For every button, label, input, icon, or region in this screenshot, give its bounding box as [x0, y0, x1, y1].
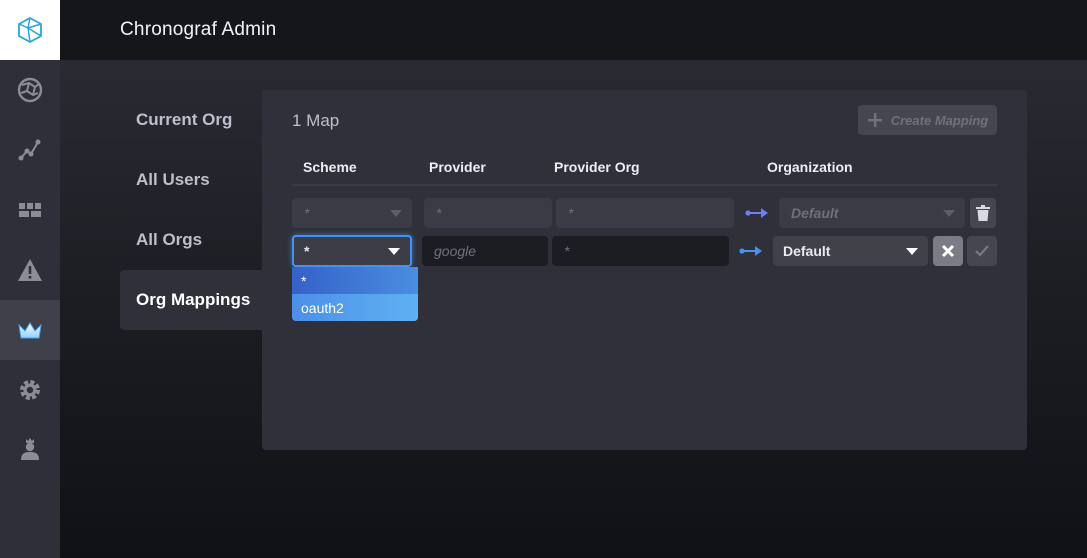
arrow-right-icon: [745, 208, 768, 218]
nav-data-explorer[interactable]: [0, 120, 60, 180]
globe-icon: [17, 77, 43, 103]
column-header-provider: Provider: [429, 159, 486, 175]
nav-user[interactable]: [0, 418, 60, 478]
sidebar: [0, 0, 60, 558]
alert-triangle-icon: [18, 259, 42, 281]
existing-provider-field[interactable]: *: [424, 198, 552, 228]
trash-icon: [976, 205, 990, 221]
chevron-down-icon: [390, 209, 402, 217]
existing-scheme-value: *: [304, 205, 310, 221]
nav-configuration[interactable]: [0, 360, 60, 420]
new-organization-select[interactable]: Default: [773, 236, 928, 266]
dashboards-icon: [19, 203, 41, 217]
page-title: Chronograf Admin: [120, 19, 277, 40]
subnav-all-orgs[interactable]: All Orgs: [120, 210, 263, 270]
existing-organization-value: Default: [791, 205, 839, 221]
column-header-scheme: Scheme: [303, 159, 357, 175]
logo-icon: [18, 16, 42, 44]
new-provider-input[interactable]: google: [422, 236, 548, 266]
existing-provider-org-field[interactable]: *: [556, 198, 734, 228]
chevron-down-icon: [943, 209, 955, 217]
delete-mapping-button[interactable]: [970, 198, 996, 228]
existing-provider-org-value: *: [568, 205, 574, 221]
check-icon: [975, 245, 989, 257]
nav-dashboards[interactable]: [0, 180, 60, 240]
column-header-organization: Organization: [767, 159, 853, 175]
subnav-all-users[interactable]: All Users: [120, 150, 263, 210]
new-provider-org-placeholder: *: [564, 243, 570, 259]
nav-host-list[interactable]: [0, 60, 60, 120]
create-mapping-button[interactable]: Create Mapping: [858, 105, 997, 135]
new-scheme-select[interactable]: *: [292, 235, 412, 267]
crown-icon: [18, 322, 42, 339]
subnav-current-org[interactable]: Current Org: [120, 90, 263, 150]
chevron-down-icon: [388, 247, 400, 255]
existing-organization-select[interactable]: Default: [779, 198, 965, 228]
existing-provider-value: *: [436, 205, 442, 221]
column-header-provider-org: Provider Org: [554, 159, 640, 175]
arrow-right-icon: [739, 246, 762, 256]
plus-icon: [867, 113, 882, 127]
gear-icon: [20, 380, 40, 400]
existing-scheme-select[interactable]: *: [292, 198, 412, 228]
close-icon: [941, 244, 955, 258]
subnav-org-mappings[interactable]: Org Mappings: [120, 270, 263, 330]
create-mapping-label: Create Mapping: [890, 112, 989, 128]
header-divider: [292, 184, 997, 186]
new-provider-placeholder: google: [434, 243, 477, 259]
panel-title: 1 Map: [292, 111, 340, 130]
nav-alerting[interactable]: [0, 240, 60, 300]
new-provider-org-input[interactable]: *: [552, 236, 729, 266]
scheme-option-wildcard[interactable]: *: [292, 267, 418, 294]
chevron-down-icon: [906, 247, 918, 255]
new-scheme-value: *: [304, 243, 310, 259]
scheme-option-oauth2[interactable]: oauth2: [292, 294, 418, 321]
save-mapping-button[interactable]: [967, 236, 997, 266]
user-icon: [21, 438, 39, 460]
mappings-panel: 1 Map Create Mapping Scheme Provider Pro…: [262, 90, 1027, 450]
new-organization-value: Default: [783, 243, 831, 259]
graph-icon: [18, 139, 41, 161]
chronograf-logo[interactable]: [0, 0, 60, 60]
cancel-mapping-button[interactable]: [933, 236, 963, 266]
page-header: Chronograf Admin: [60, 0, 1087, 60]
scheme-dropdown-menu: * oauth2: [292, 267, 418, 321]
nav-admin[interactable]: [0, 300, 60, 360]
